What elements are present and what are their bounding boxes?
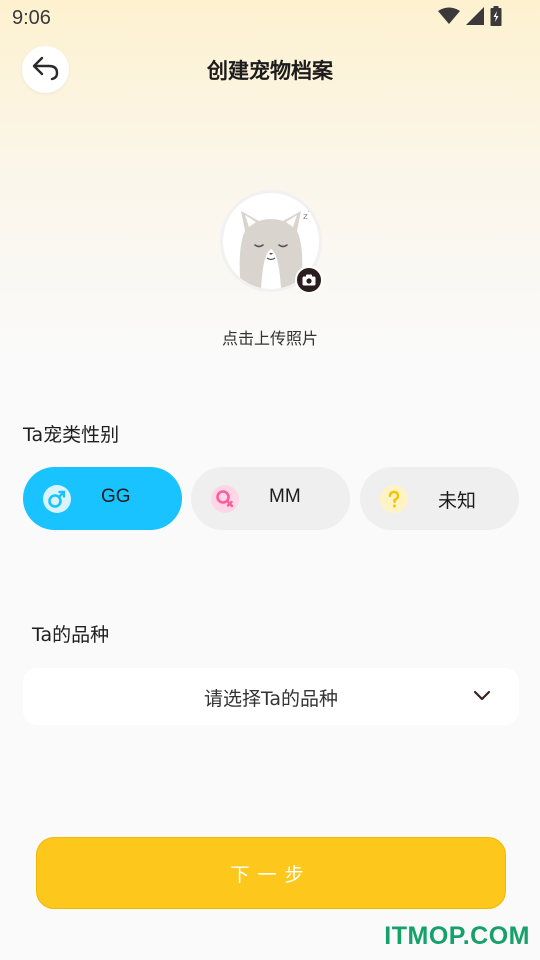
avatar-upload[interactable]: z z	[220, 190, 323, 294]
gender-section-label: Ta宠类性别	[23, 424, 120, 446]
next-button[interactable]: 下一步	[36, 837, 506, 909]
camera-icon[interactable]	[295, 266, 323, 294]
gender-option-label: MM	[269, 486, 301, 507]
wifi-icon	[438, 7, 460, 29]
status-time: 9:06	[12, 7, 51, 29]
breed-select[interactable]: 请选择Ta的品种	[23, 668, 519, 725]
female-icon	[211, 485, 239, 513]
watermark-logo: ITMOP.COM	[384, 922, 530, 950]
upload-photo-label[interactable]: 点击上传照片	[0, 325, 540, 349]
gender-option-unknown[interactable]: 未知	[360, 467, 519, 530]
gender-option-label: 未知	[438, 491, 477, 512]
signal-icon	[466, 7, 484, 29]
gender-selector: GG MM 未知	[23, 467, 519, 530]
question-icon	[380, 485, 408, 513]
gender-option-mm[interactable]: MM	[191, 467, 350, 530]
chevron-down-icon	[473, 687, 491, 706]
page-title: 创建宠物档案	[207, 59, 333, 83]
status-icons	[438, 6, 502, 30]
male-icon	[43, 485, 71, 513]
gender-option-gg[interactable]: GG	[23, 467, 182, 530]
breed-placeholder: 请选择Ta的品种	[203, 688, 339, 710]
svg-text:z: z	[308, 206, 312, 214]
battery-icon	[490, 6, 502, 30]
next-button-label: 下一步	[230, 863, 312, 886]
status-bar: 9:06	[0, 0, 540, 36]
gender-option-label: GG	[101, 486, 131, 507]
breed-section-label: Ta的品种	[32, 624, 110, 646]
